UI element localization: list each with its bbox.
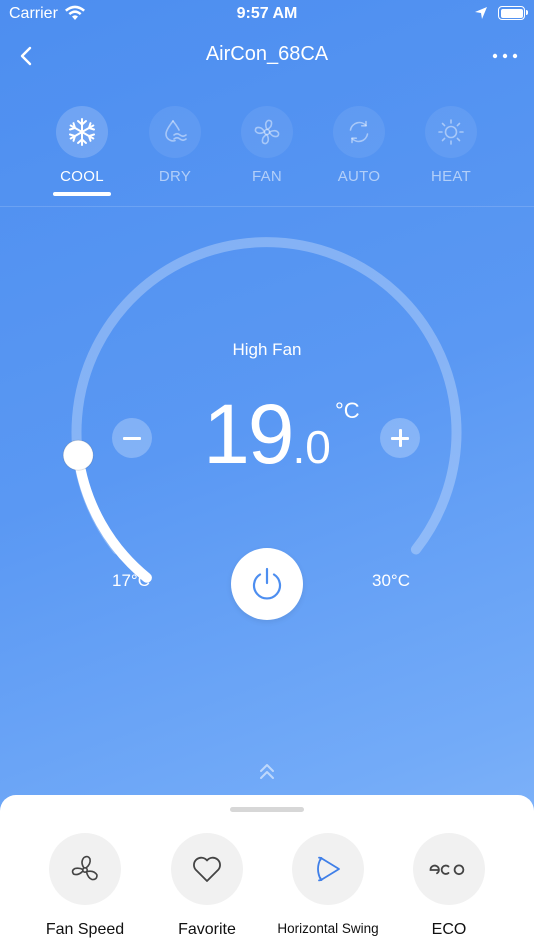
function-label: Horizontal Swing <box>277 921 379 936</box>
power-icon <box>252 567 282 600</box>
min-temperature-label: 17°C <box>112 571 150 590</box>
droplet-icon <box>165 120 187 142</box>
function-icon-circle <box>49 833 121 905</box>
sun-icon <box>438 119 464 145</box>
more-options-icon[interactable] <box>490 42 520 70</box>
decrease-temperature-button[interactable] <box>112 418 152 458</box>
screen: Carrier 9:57 AM AirCon_68CA COOL DRY FAN… <box>0 0 534 950</box>
max-temperature-label: 30°C <box>372 571 410 590</box>
mode-icon-circle <box>56 106 108 158</box>
mode-label-heat: HEAT <box>430 168 472 185</box>
snowflake-icon <box>69 118 95 146</box>
mode-tab-heat[interactable]: HEAT <box>411 106 491 185</box>
fan-speed-button[interactable]: Fan Speed <box>15 833 155 939</box>
battery-icon <box>498 6 528 20</box>
mode-tab-auto[interactable]: AUTO <box>319 106 399 185</box>
mode-tab-dry[interactable]: DRY <box>135 106 215 185</box>
function-label: ECO <box>431 921 467 938</box>
status-bar: Carrier 9:57 AM <box>0 0 534 30</box>
power-button[interactable] <box>231 548 303 620</box>
fan-icon <box>254 119 280 145</box>
function-icon-circle <box>171 833 243 905</box>
heart-icon <box>193 856 221 882</box>
cycle-arrows-icon <box>349 120 369 144</box>
horizontal-swing-button[interactable]: Horizontal Swing <box>258 833 398 936</box>
temperature-decimal: .0 <box>292 421 331 473</box>
mode-label-fan: FAN <box>251 168 283 185</box>
function-label: Fan Speed <box>45 921 125 938</box>
mode-label-dry: DRY <box>158 168 192 185</box>
function-icon-circle <box>292 833 364 905</box>
mode-label-cool: COOL <box>60 168 104 185</box>
favorite-button[interactable]: Favorite <box>137 833 277 939</box>
mode-tabs: COOL DRY FAN AUTO HEAT <box>0 106 534 206</box>
mode-icon-circle <box>425 106 477 158</box>
navigation-bar: AirCon_68CA <box>0 38 534 74</box>
function-icon-circle <box>413 833 485 905</box>
horizontal-swing-icon <box>317 856 340 882</box>
mode-tab-fan[interactable]: FAN <box>227 106 307 185</box>
temperature-unit: °C <box>335 398 360 423</box>
mode-label-auto: AUTO <box>337 168 381 185</box>
increase-temperature-button[interactable] <box>380 418 420 458</box>
function-sheet: Fan Speed Favorite Horizontal Swing ECO <box>0 795 534 950</box>
mode-icon-circle <box>149 106 201 158</box>
eco-icon <box>429 864 465 876</box>
eco-button[interactable]: ECO <box>379 833 519 939</box>
mode-icon-circle <box>333 106 385 158</box>
temperature-readout: 19.0 °C <box>0 386 534 483</box>
mode-icon-circle <box>241 106 293 158</box>
mode-tab-cool[interactable]: COOL <box>42 106 122 196</box>
function-label: Favorite <box>178 921 236 938</box>
clock: 9:57 AM <box>236 5 298 22</box>
fan-status-label: High Fan <box>232 340 302 359</box>
divider <box>0 206 534 207</box>
active-mode-indicator <box>53 192 111 196</box>
fan-speed-icon <box>71 855 98 881</box>
sheet-grabber[interactable] <box>230 807 304 812</box>
device-title: AirCon_68CA <box>205 43 329 65</box>
temperature-whole: 19 <box>203 387 294 481</box>
location-arrow-icon <box>475 7 487 19</box>
double-chevron-up-icon[interactable] <box>256 760 278 782</box>
